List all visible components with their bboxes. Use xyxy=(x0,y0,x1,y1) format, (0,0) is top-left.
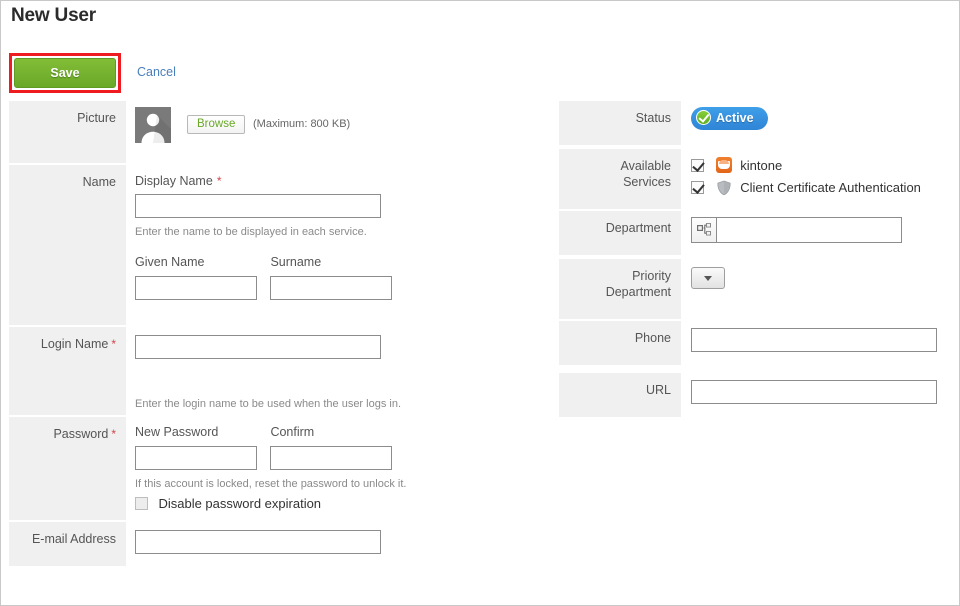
org-tree-picker-icon[interactable] xyxy=(691,217,717,243)
new-user-page: New User Save Cancel Picture Browse (Max… xyxy=(0,0,960,606)
available-services-label-line1: Available xyxy=(620,159,671,173)
field-body-available-services: kintone Client Certificate Authenticatio… xyxy=(691,149,959,199)
priority-department-dropdown[interactable] xyxy=(691,267,725,289)
new-password-input[interactable] xyxy=(135,446,257,470)
field-label-email: E-mail Address xyxy=(9,522,126,566)
field-label-name: Name xyxy=(9,165,126,325)
cancel-link[interactable]: Cancel xyxy=(137,65,176,79)
kintone-icon xyxy=(715,157,732,173)
browse-button[interactable]: Browse xyxy=(187,115,246,134)
confirm-password-label: Confirm xyxy=(270,425,315,439)
avatar xyxy=(135,107,171,143)
priority-department-label-line2: Department xyxy=(605,285,671,299)
display-name-label-text: Display Name xyxy=(135,174,213,188)
right-form-column: Status Active Available Services kintone xyxy=(551,101,959,425)
field-body-url xyxy=(691,373,959,404)
picture-max-size-note: (Maximum: 800 KB) xyxy=(253,118,351,130)
login-name-hint: Enter the login name to be used when the… xyxy=(135,398,402,410)
email-input[interactable] xyxy=(135,530,381,554)
user-avatar-icon xyxy=(135,107,171,143)
disable-password-expiration-label: Disable password expiration xyxy=(158,496,322,511)
save-button[interactable]: Save xyxy=(14,58,116,88)
field-label-url: URL xyxy=(559,373,681,417)
check-circle-icon xyxy=(696,110,711,125)
field-row-url: URL xyxy=(551,373,959,425)
field-body-password: New Password Confirm If this account is … xyxy=(135,417,541,513)
field-body-department xyxy=(691,211,959,243)
disable-password-expiration-row[interactable]: Disable password expiration xyxy=(135,495,541,513)
field-body-phone xyxy=(691,321,959,352)
field-row-priority-department: Priority Department xyxy=(551,259,959,321)
service-row-kintone: kintone xyxy=(691,155,959,177)
field-label-login-name: Login Name * xyxy=(9,327,126,415)
field-row-phone: Phone xyxy=(551,321,959,373)
display-name-label: Display Name * xyxy=(135,173,541,189)
field-row-name: Name Display Name * Enter the name to be … xyxy=(1,165,541,327)
page-title: New User xyxy=(11,5,96,26)
department-input[interactable] xyxy=(716,217,902,243)
surname-input[interactable] xyxy=(270,276,393,300)
login-name-input[interactable] xyxy=(135,335,381,359)
available-services-label-line2: Services xyxy=(623,175,671,189)
service-label-client-certificate: Client Certificate Authentication xyxy=(740,180,921,195)
save-button-highlight: Save xyxy=(9,53,121,93)
action-bar: Save Cancel xyxy=(1,53,541,95)
field-row-email: E-mail Address xyxy=(1,522,541,568)
field-label-password: Password * xyxy=(9,417,126,520)
field-row-login-name: Login Name * Enter the login name to be u… xyxy=(1,327,541,417)
priority-department-label-line1: Priority xyxy=(632,269,671,283)
service-checkbox-client-certificate[interactable] xyxy=(691,181,704,194)
status-badge-text: Active xyxy=(716,111,754,125)
field-row-status: Status Active xyxy=(551,101,959,149)
login-name-required-marker: * xyxy=(111,337,116,351)
field-body-status: Active xyxy=(691,101,959,130)
given-name-label: Given Name xyxy=(135,255,205,269)
field-body-name: Display Name * Enter the name to be displ… xyxy=(135,165,541,300)
chevron-down-icon xyxy=(704,276,712,281)
field-label-phone: Phone xyxy=(559,321,681,365)
field-label-priority-department: Priority Department xyxy=(559,259,681,319)
confirm-password-input[interactable] xyxy=(270,446,393,470)
display-name-required-marker: * xyxy=(216,174,222,188)
field-label-available-services: Available Services xyxy=(559,149,681,209)
display-name-hint: Enter the name to be displayed in each s… xyxy=(135,226,367,238)
field-label-picture: Picture xyxy=(9,101,126,163)
service-label-kintone: kintone xyxy=(740,158,783,173)
service-row-client-certificate: Client Certificate Authentication xyxy=(691,177,959,199)
disable-password-expiration-checkbox[interactable] xyxy=(135,497,148,510)
surname-label: Surname xyxy=(270,255,322,269)
field-body-priority-department xyxy=(691,259,959,289)
phone-input[interactable] xyxy=(691,328,937,352)
field-row-picture: Picture Browse (Maximum: 800 KB) xyxy=(1,101,541,165)
status-badge[interactable]: Active xyxy=(691,107,768,130)
password-required-marker: * xyxy=(111,427,116,441)
new-password-label: New Password xyxy=(135,425,219,439)
field-label-department: Department xyxy=(559,211,681,255)
given-name-input[interactable] xyxy=(135,276,257,300)
field-body-email xyxy=(135,522,541,554)
field-row-password: Password * New Password Confirm If this a… xyxy=(1,417,541,522)
password-label-text: Password xyxy=(53,427,109,441)
left-form-column: Picture Browse (Maximum: 800 KB) Name Di… xyxy=(1,101,541,568)
field-label-status: Status xyxy=(559,101,681,145)
url-input[interactable] xyxy=(691,380,937,404)
password-hint: If this account is locked, reset the pas… xyxy=(135,478,407,490)
field-row-available-services: Available Services kintone Client Certif… xyxy=(551,149,959,211)
service-checkbox-kintone[interactable] xyxy=(691,159,704,172)
field-row-department: Department xyxy=(551,211,959,259)
field-body-login-name: Enter the login name to be used when the… xyxy=(135,327,541,411)
shield-icon xyxy=(716,179,732,196)
display-name-input[interactable] xyxy=(135,194,381,218)
login-name-label-text: Login Name xyxy=(40,337,109,351)
